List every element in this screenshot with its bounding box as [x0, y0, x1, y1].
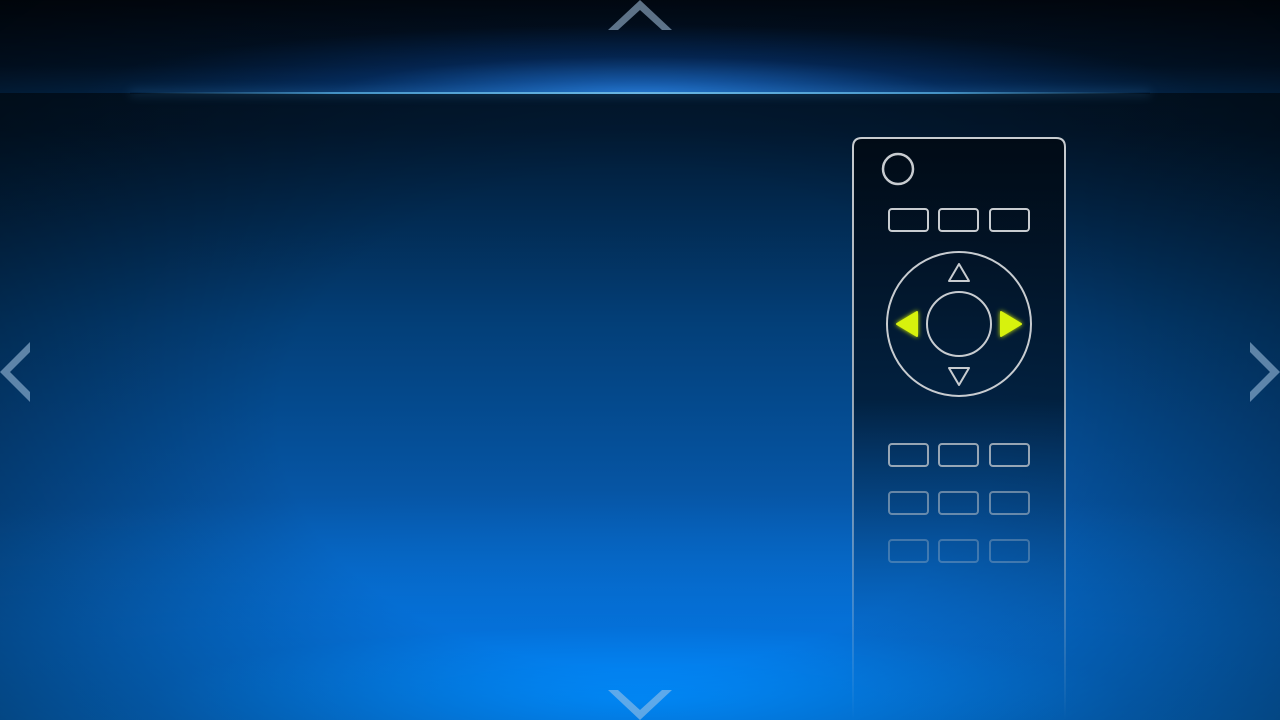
chevron-up-icon[interactable] [608, 0, 672, 34]
remote-body [852, 137, 1066, 720]
chevron-down-icon[interactable] [608, 686, 672, 720]
background-vignette [0, 0, 1280, 720]
header-glow-line [130, 92, 1150, 94]
remote-control-illustration [852, 137, 1066, 720]
chevron-left-icon[interactable] [0, 340, 34, 404]
chevron-right-icon[interactable] [1246, 340, 1280, 404]
tutorial-screen [0, 0, 1280, 720]
